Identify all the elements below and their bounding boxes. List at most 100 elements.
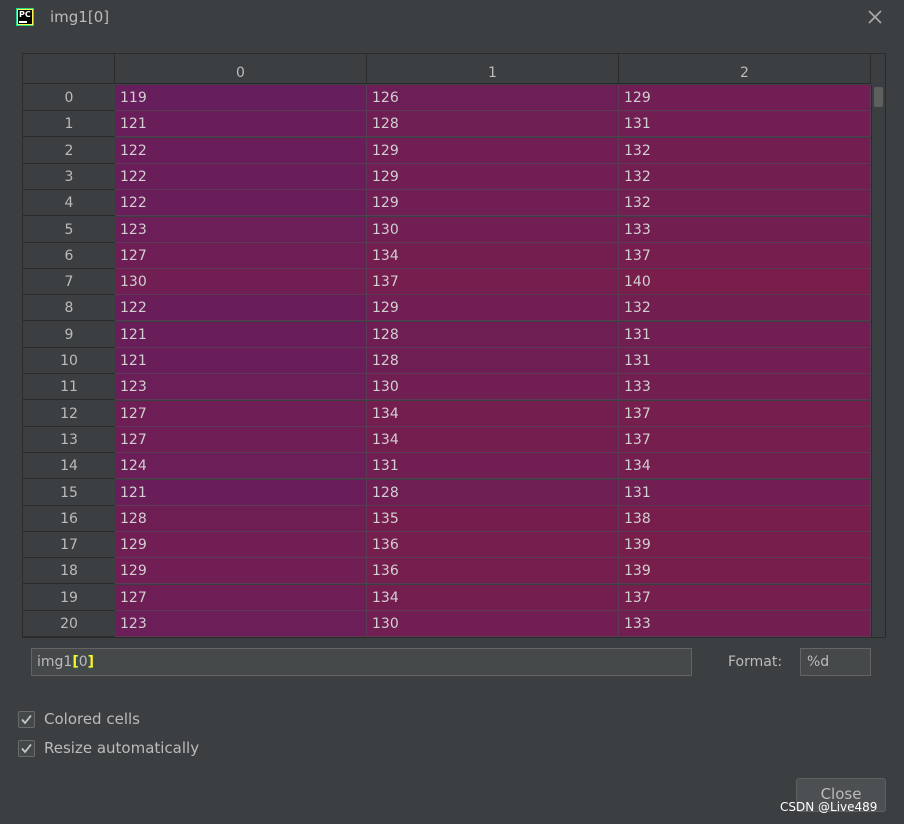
colored-cells-checkbox[interactable] — [18, 711, 35, 728]
table-cell[interactable]: 131 — [619, 111, 871, 138]
table-row: 9 121 128 131 — [23, 321, 871, 348]
row-header[interactable]: 2 — [23, 137, 115, 164]
data-table[interactable]: 0 1 2 0 119 126 129 1 121 128 131 2 122 129 132 3 122… — [22, 53, 886, 638]
table-cell[interactable]: 133 — [619, 374, 871, 401]
pycharm-icon: PC — [16, 8, 34, 26]
row-header[interactable]: 17 — [23, 532, 115, 559]
table-row: 5 123 130 133 — [23, 216, 871, 243]
table-cell[interactable]: 139 — [619, 532, 871, 559]
table-cell[interactable]: 129 — [367, 137, 619, 164]
table-cell[interactable]: 129 — [367, 190, 619, 217]
table-cell[interactable]: 131 — [619, 348, 871, 374]
table-cell[interactable]: 119 — [115, 85, 367, 111]
table-cell[interactable]: 134 — [367, 426, 619, 453]
close-icon[interactable] — [864, 6, 886, 28]
row-header[interactable]: 0 — [23, 85, 115, 111]
table-cell[interactable]: 133 — [619, 216, 871, 243]
row-header[interactable]: 1 — [23, 111, 115, 138]
table-cell[interactable]: 130 — [367, 611, 619, 637]
table-cell[interactable]: 131 — [619, 321, 871, 348]
table-cell[interactable]: 122 — [115, 295, 367, 322]
table-cell[interactable]: 128 — [367, 321, 619, 348]
column-header[interactable]: 2 — [619, 54, 871, 84]
table-cell[interactable]: 130 — [367, 374, 619, 401]
table-cell[interactable]: 137 — [619, 400, 871, 427]
table-cell[interactable]: 131 — [619, 479, 871, 506]
table-cell[interactable]: 126 — [367, 85, 619, 111]
row-header[interactable]: 13 — [23, 426, 115, 453]
row-header[interactable]: 16 — [23, 505, 115, 532]
table-cell[interactable]: 121 — [115, 479, 367, 506]
table-cell[interactable]: 123 — [115, 374, 367, 401]
table-cell[interactable]: 128 — [367, 111, 619, 138]
row-header[interactable]: 15 — [23, 479, 115, 506]
table-cell[interactable]: 137 — [619, 242, 871, 269]
table-cell[interactable]: 131 — [367, 453, 619, 480]
table-cell[interactable]: 137 — [619, 584, 871, 611]
table-cell[interactable]: 129 — [115, 532, 367, 559]
resize-automatically-checkbox[interactable] — [18, 740, 35, 757]
table-cell[interactable]: 130 — [115, 269, 367, 296]
vertical-scrollbar[interactable] — [871, 85, 885, 637]
table-cell[interactable]: 128 — [367, 479, 619, 506]
row-header[interactable]: 20 — [23, 611, 115, 637]
row-header[interactable]: 7 — [23, 269, 115, 296]
table-cell[interactable]: 121 — [115, 111, 367, 138]
table-cell[interactable]: 132 — [619, 137, 871, 164]
row-header[interactable]: 11 — [23, 374, 115, 401]
table-cell[interactable]: 122 — [115, 137, 367, 164]
watermark: CSDN @Live489 — [780, 800, 878, 814]
format-input[interactable]: %d — [800, 648, 871, 676]
row-header[interactable]: 18 — [23, 558, 115, 585]
row-header[interactable]: 12 — [23, 400, 115, 427]
row-header[interactable]: 5 — [23, 216, 115, 243]
row-header[interactable]: 8 — [23, 295, 115, 322]
checkmark-icon — [21, 743, 32, 754]
table-cell[interactable]: 123 — [115, 216, 367, 243]
table-cell[interactable]: 127 — [115, 426, 367, 453]
table-cell[interactable]: 132 — [619, 295, 871, 322]
table-cell[interactable]: 137 — [619, 426, 871, 453]
column-header[interactable]: 0 — [115, 54, 367, 84]
table-cell[interactable]: 132 — [619, 190, 871, 217]
table-cell[interactable]: 122 — [115, 190, 367, 217]
table-cell[interactable]: 136 — [367, 558, 619, 585]
table-cell[interactable]: 130 — [367, 216, 619, 243]
table-cell[interactable]: 121 — [115, 321, 367, 348]
row-header[interactable]: 19 — [23, 584, 115, 611]
row-header[interactable]: 14 — [23, 453, 115, 480]
table-cell[interactable]: 139 — [619, 558, 871, 585]
table-cell[interactable]: 127 — [115, 242, 367, 269]
table-cell[interactable]: 122 — [115, 163, 367, 190]
table-cell[interactable]: 133 — [619, 611, 871, 637]
table-cell[interactable]: 127 — [115, 584, 367, 611]
column-header[interactable]: 1 — [367, 54, 619, 84]
table-cell[interactable]: 124 — [115, 453, 367, 480]
scrollbar-thumb[interactable] — [874, 87, 883, 107]
row-header[interactable]: 9 — [23, 321, 115, 348]
row-header[interactable]: 4 — [23, 190, 115, 217]
table-cell[interactable]: 138 — [619, 505, 871, 532]
table-cell[interactable]: 129 — [367, 163, 619, 190]
table-cell[interactable]: 132 — [619, 163, 871, 190]
table-cell[interactable]: 136 — [367, 532, 619, 559]
row-header[interactable]: 10 — [23, 348, 115, 374]
table-cell[interactable]: 121 — [115, 348, 367, 374]
table-cell[interactable]: 140 — [619, 269, 871, 296]
table-cell[interactable]: 134 — [367, 584, 619, 611]
row-header[interactable]: 6 — [23, 242, 115, 269]
table-cell[interactable]: 123 — [115, 611, 367, 637]
row-header[interactable]: 3 — [23, 163, 115, 190]
table-cell[interactable]: 127 — [115, 400, 367, 427]
table-cell[interactable]: 134 — [619, 453, 871, 480]
table-cell[interactable]: 129 — [367, 295, 619, 322]
table-cell[interactable]: 129 — [619, 85, 871, 111]
table-cell[interactable]: 134 — [367, 400, 619, 427]
slice-input[interactable]: img1[0] — [31, 648, 692, 676]
table-cell[interactable]: 135 — [367, 505, 619, 532]
table-cell[interactable]: 137 — [367, 269, 619, 296]
table-cell[interactable]: 128 — [115, 505, 367, 532]
table-cell[interactable]: 129 — [115, 558, 367, 585]
table-cell[interactable]: 128 — [367, 348, 619, 374]
table-cell[interactable]: 134 — [367, 242, 619, 269]
